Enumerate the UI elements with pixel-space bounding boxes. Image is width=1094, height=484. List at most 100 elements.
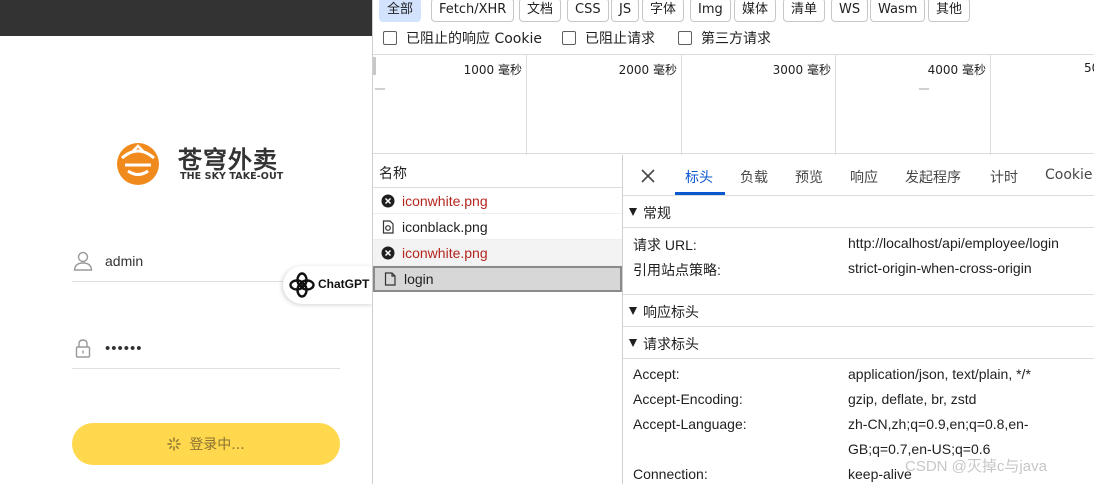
- request-row[interactable]: iconblack.png: [373, 214, 622, 240]
- script-file-icon: [382, 219, 394, 234]
- expand-triangle-icon: [629, 307, 637, 315]
- request-details-pane: 标头 负载 预览 响应 发起程序 计时 Cookie 常规 请求 URL: ht…: [623, 155, 1094, 484]
- request-name: iconwhite.png: [402, 192, 488, 209]
- details-tab-bar: 标头 负载 预览 响应 发起程序 计时 Cookie: [623, 155, 1094, 196]
- error-icon: [381, 194, 395, 207]
- filter-all[interactable]: 全部: [379, 0, 422, 22]
- network-timeline-overview[interactable]: 1000 毫秒 2000 毫秒 3000 毫秒 4000 毫秒 50: [373, 54, 1094, 155]
- login-button[interactable]: 登录中...: [72, 423, 340, 465]
- header-key: Accept-Encoding:: [633, 391, 743, 407]
- filter-wasm[interactable]: Wasm: [870, 0, 926, 22]
- filter-ws[interactable]: WS: [831, 0, 869, 22]
- section-title: 响应标头: [643, 305, 699, 321]
- checkbox-box[interactable]: [678, 31, 692, 45]
- lock-icon: [75, 339, 91, 358]
- timeline-tick-label: 4000 毫秒: [927, 63, 986, 77]
- brand-name-cn: 苍穹外卖: [178, 146, 278, 174]
- header-row: Accept-Encoding: gzip, deflate, br, zstd: [623, 387, 1094, 412]
- loading-spinner-icon: [167, 437, 182, 451]
- section-title: 常规: [643, 206, 671, 222]
- header-value[interactable]: keep-alive: [848, 466, 912, 482]
- timeline-tick-label: 1000 毫秒: [463, 63, 522, 77]
- filter-css[interactable]: CSS: [567, 0, 609, 22]
- devtools-network-panel: 全部 Fetch/XHR 文档 CSS JS 字体 Img 媒体 清单 WS W…: [372, 0, 1094, 484]
- filter-img[interactable]: Img: [690, 0, 731, 22]
- document-icon: [384, 272, 396, 286]
- filter-manifest[interactable]: 清单: [783, 0, 826, 22]
- login-top-bar: [0, 0, 372, 36]
- active-tab-indicator: [675, 192, 725, 195]
- header-value[interactable]: strict-origin-when-cross-origin: [848, 260, 1032, 276]
- section-title: 请求标头: [643, 337, 699, 353]
- tab-cookies[interactable]: Cookie: [1045, 167, 1093, 183]
- blocked-cookies-checkbox[interactable]: 已阻止的响应 Cookie: [383, 28, 542, 48]
- filter-doc[interactable]: 文档: [519, 0, 562, 22]
- checkbox-box[interactable]: [562, 31, 576, 45]
- timeline-tick: 4000 毫秒: [836, 55, 991, 155]
- tab-payload[interactable]: 负载: [740, 167, 768, 187]
- tab-headers[interactable]: 标头: [685, 167, 713, 187]
- timeline-tick: 1000 毫秒: [373, 55, 527, 155]
- blocked-requests-checkbox[interactable]: 已阻止请求: [562, 28, 655, 48]
- filter-fetch-xhr[interactable]: Fetch/XHR: [431, 0, 515, 22]
- header-row: 引用站点策略: strict-origin-when-cross-origin: [623, 256, 1094, 281]
- request-name: login: [404, 271, 434, 287]
- request-row-selected[interactable]: login: [373, 266, 622, 292]
- request-row[interactable]: iconwhite.png: [373, 188, 622, 214]
- header-key: 引用站点策略:: [633, 262, 721, 278]
- header-value[interactable]: zh-CN,zh;q=0.9,en;q=0.8,en-: [848, 416, 1029, 432]
- username-value: admin: [105, 253, 144, 269]
- request-headers-section-header[interactable]: 请求标头: [623, 327, 1094, 359]
- header-key: 请求 URL:: [633, 237, 697, 253]
- tab-timing[interactable]: 计时: [990, 167, 1018, 187]
- timeline-tick-label: 3000 毫秒: [772, 63, 831, 77]
- chatgpt-icon: [289, 272, 315, 298]
- request-list: 名称 iconwhite.png iconblack.png iconwhite…: [373, 155, 623, 484]
- filter-js[interactable]: JS: [611, 0, 640, 22]
- csdn-watermark: CSDN @灭掉c与java: [905, 458, 1047, 475]
- filter-font[interactable]: 字体: [642, 0, 685, 22]
- timeline-start-handle[interactable]: [373, 57, 376, 75]
- filter-other[interactable]: 其他: [928, 0, 971, 22]
- tab-initiator[interactable]: 发起程序: [905, 167, 961, 187]
- header-key: Accept-Language:: [633, 416, 747, 432]
- timeline-request-mark: [919, 88, 929, 90]
- timeline-tick-label: 2000 毫秒: [618, 63, 677, 77]
- request-name: iconblack.png: [402, 218, 488, 235]
- checkbox-box[interactable]: [383, 31, 397, 45]
- expand-triangle-icon: [629, 339, 637, 347]
- checkbox-label: 已阻止请求: [585, 31, 655, 47]
- tab-response[interactable]: 响应: [850, 167, 878, 187]
- timeline-tick: 2000 毫秒: [527, 55, 682, 155]
- login-page: 苍穹外卖 THE SKY TAKE-OUT admin •••••• ChatG…: [0, 0, 373, 484]
- user-icon: [73, 251, 93, 271]
- timeline-tick-label: 50: [1084, 61, 1094, 75]
- filter-media[interactable]: 媒体: [734, 0, 777, 22]
- header-row: 请求 URL: http://localhost/api/employee/lo…: [623, 231, 1094, 256]
- header-value[interactable]: gzip, deflate, br, zstd: [848, 391, 976, 407]
- header-value[interactable]: http://localhost/api/employee/login: [848, 235, 1059, 251]
- header-key: Accept:: [633, 366, 680, 382]
- header-value[interactable]: application/json, text/plain, */*: [848, 366, 1031, 382]
- response-headers-section-header[interactable]: 响应标头: [623, 295, 1094, 327]
- password-field[interactable]: ••••••: [72, 329, 340, 369]
- close-icon[interactable]: [639, 167, 657, 185]
- tab-preview[interactable]: 预览: [795, 167, 823, 187]
- timeline-request-mark: [375, 88, 385, 90]
- request-name: iconwhite.png: [402, 244, 488, 261]
- general-section-header[interactable]: 常规: [623, 196, 1094, 228]
- third-party-requests-checkbox[interactable]: 第三方请求: [678, 28, 771, 48]
- brand-name-en: THE SKY TAKE-OUT: [180, 171, 284, 182]
- password-value: ••••••: [105, 340, 143, 357]
- header-row: Accept: application/json, text/plain, */…: [623, 362, 1094, 387]
- request-row[interactable]: iconwhite.png: [373, 240, 622, 266]
- brand-logo-icon: [117, 143, 159, 185]
- chatgpt-badge[interactable]: ChatGPT: [283, 266, 373, 304]
- type-filter-bar: 全部 Fetch/XHR 文档 CSS JS 字体 Img 媒体 清单 WS W…: [373, 0, 1094, 22]
- checkbox-label: 已阻止的响应 Cookie: [406, 31, 542, 47]
- expand-triangle-icon: [629, 208, 637, 216]
- timeline-tick: 3000 毫秒: [682, 55, 836, 155]
- name-column-header[interactable]: 名称: [373, 155, 622, 188]
- brand-logo: 苍穹外卖 THE SKY TAKE-OUT: [114, 138, 304, 188]
- login-button-label: 登录中...: [189, 437, 245, 453]
